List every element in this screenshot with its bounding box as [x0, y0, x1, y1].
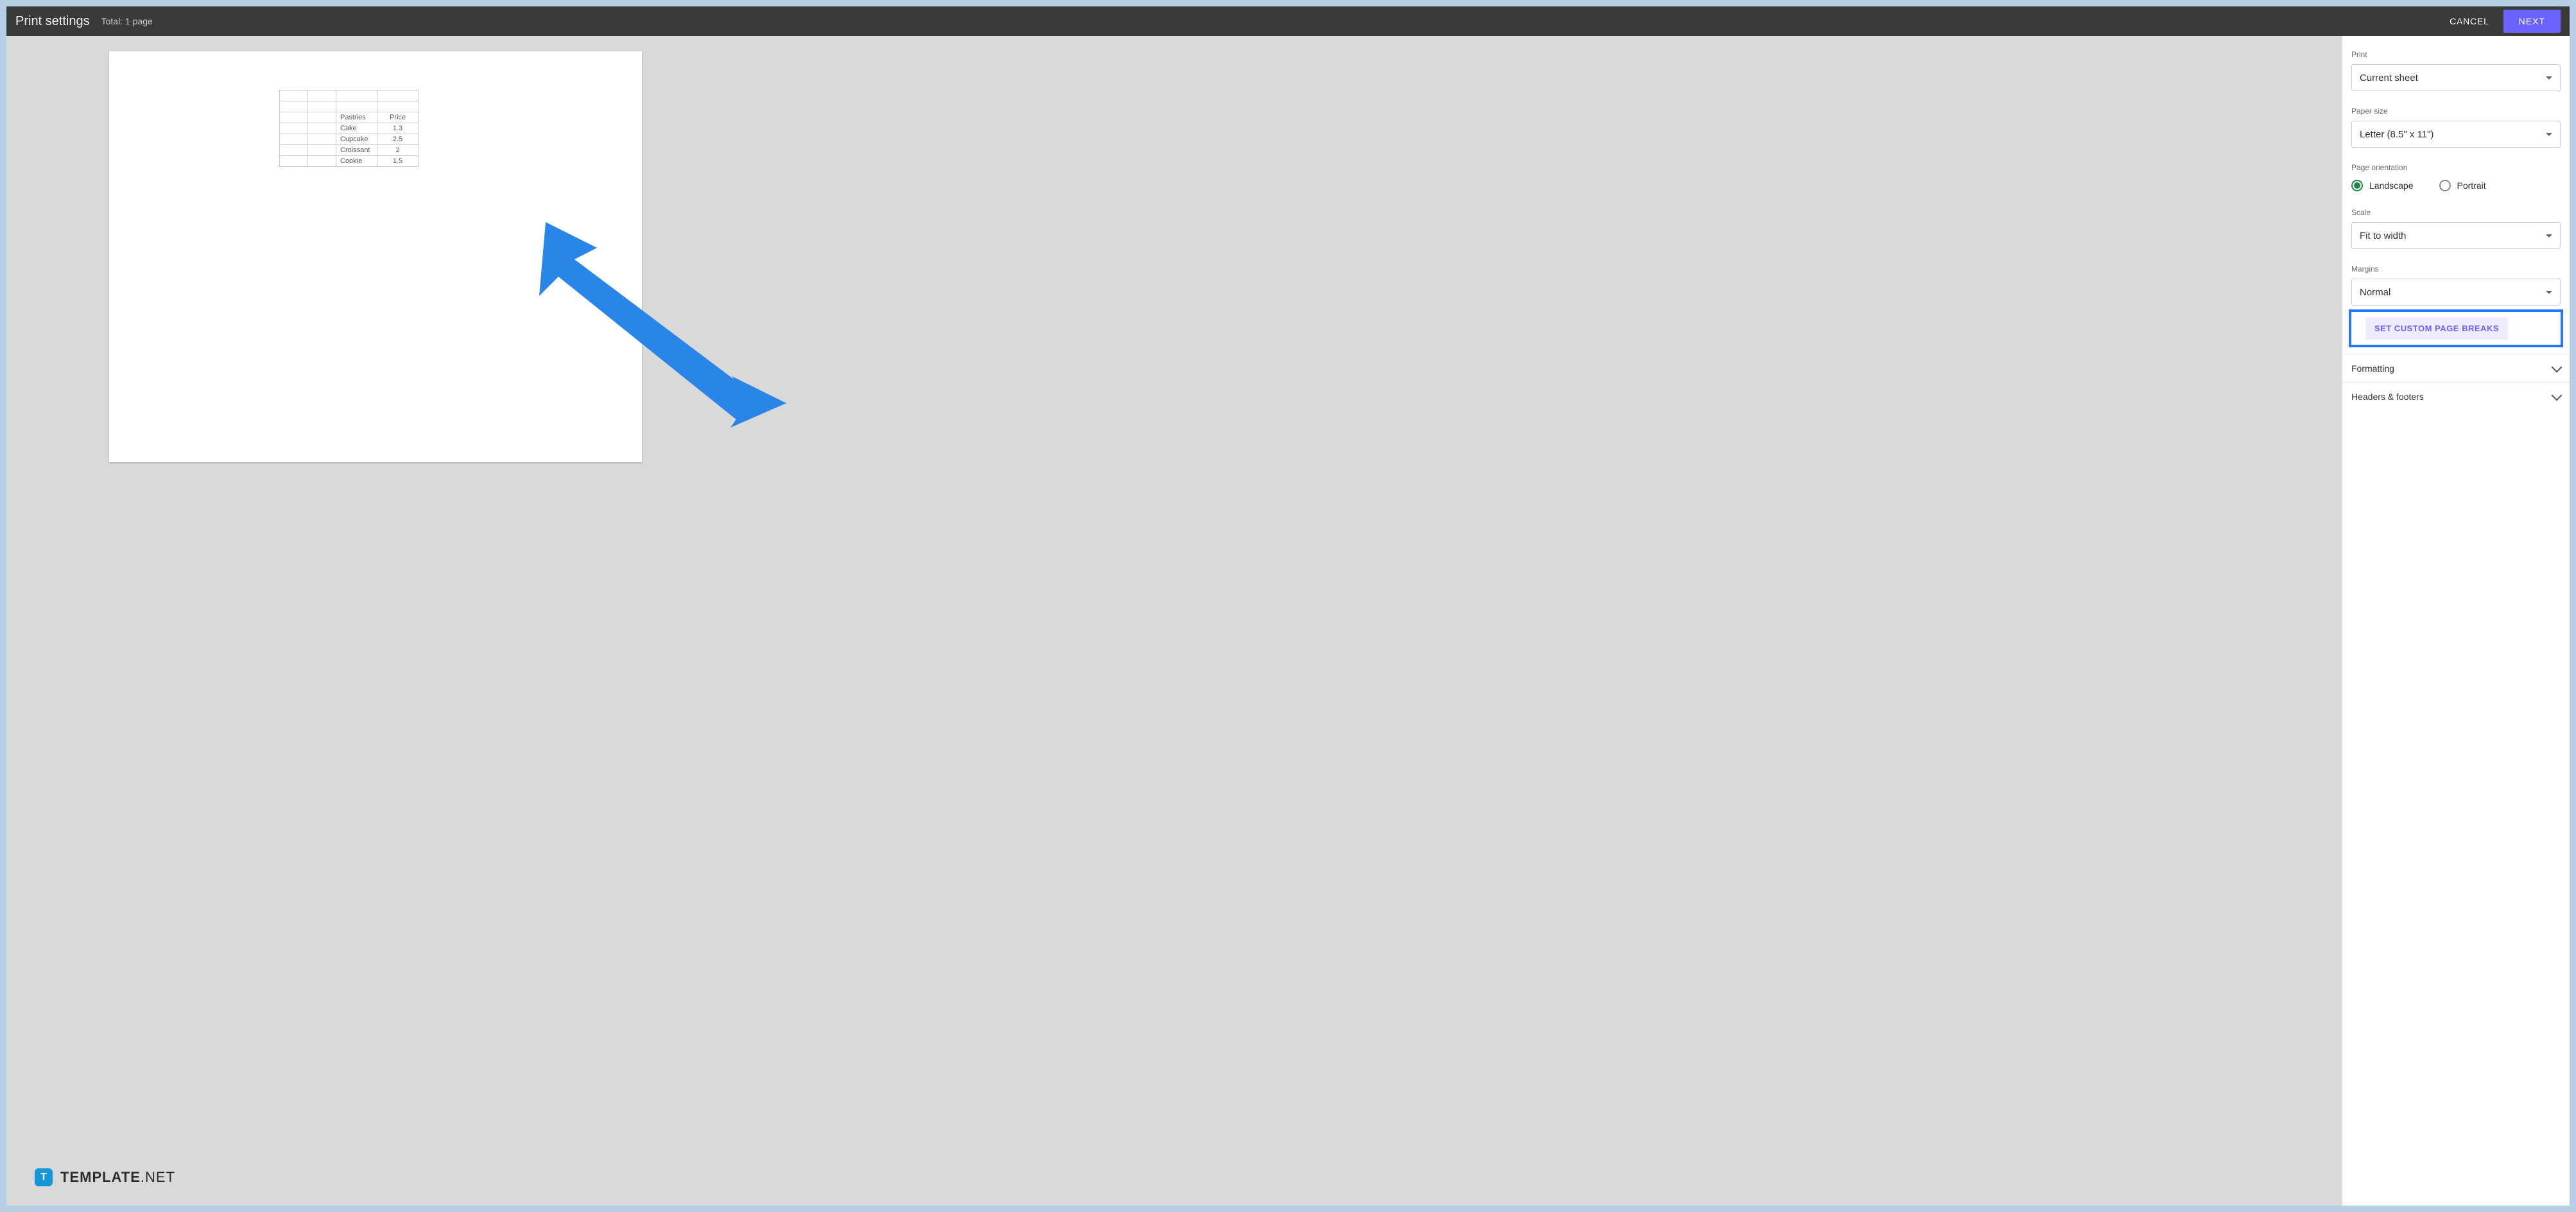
topbar: Print settings Total: 1 page CANCEL NEXT [6, 6, 2570, 36]
next-button[interactable]: NEXT [2503, 10, 2561, 33]
formatting-expander[interactable]: Formatting [2342, 354, 2570, 382]
app-frame: Print settings Total: 1 page CANCEL NEXT… [6, 6, 2570, 1206]
cell-price: 1.5 [377, 156, 419, 167]
chevron-down-icon [2552, 390, 2563, 401]
orientation-radios: Landscape Portrait [2351, 180, 2561, 191]
table-row: Cookie 1.5 [280, 156, 419, 167]
paper-size-dropdown[interactable]: Letter (8.5" x 11") [2351, 121, 2561, 148]
cell-name: Cake [336, 123, 377, 134]
headers-footers-label: Headers & footers [2351, 392, 2424, 402]
table-row: Cupcake 2.5 [280, 134, 419, 145]
print-dropdown[interactable]: Current sheet [2351, 64, 2561, 91]
header-cell: Price [377, 112, 419, 123]
set-custom-page-breaks-button[interactable]: SET CUSTOM PAGE BREAKS [2365, 317, 2508, 340]
cancel-button[interactable]: CANCEL [2450, 16, 2489, 26]
print-value: Current sheet [2360, 73, 2418, 83]
page-total: Total: 1 page [101, 16, 153, 26]
cell-price: 2.5 [377, 134, 419, 145]
header-cell: Pastries [336, 112, 377, 123]
table-row [280, 101, 419, 112]
radio-unchecked-icon [2439, 180, 2451, 191]
cell-name: Cupcake [336, 134, 377, 145]
orientation-landscape[interactable]: Landscape [2351, 180, 2414, 191]
cell-name: Croissant [336, 145, 377, 156]
margins-value: Normal [2360, 287, 2390, 298]
cell-name: Cookie [336, 156, 377, 167]
paper-size-label: Paper size [2351, 107, 2561, 116]
watermark-bold: TEMPLATE [60, 1169, 141, 1185]
preview-canvas: Pastries Price Cake 1.3 Cupcake 2.5 Croi… [6, 36, 2342, 1206]
table-row [280, 91, 419, 101]
margins-label: Margins [2351, 264, 2561, 273]
table-row: Pastries Price [280, 112, 419, 123]
chevron-down-icon [2546, 291, 2552, 294]
preview-table: Pastries Price Cake 1.3 Cupcake 2.5 Croi… [279, 90, 419, 167]
table-row: Croissant 2 [280, 145, 419, 156]
watermark-rest: .NET [141, 1169, 175, 1185]
orientation-portrait[interactable]: Portrait [2439, 180, 2486, 191]
chevron-down-icon [2546, 234, 2552, 238]
paper-size-value: Letter (8.5" x 11") [2360, 129, 2433, 140]
watermark: T TEMPLATE.NET [35, 1168, 175, 1186]
scale-value: Fit to width [2360, 230, 2407, 241]
scale-dropdown[interactable]: Fit to width [2351, 222, 2561, 249]
table-row: Cake 1.3 [280, 123, 419, 134]
cell-price: 1.3 [377, 123, 419, 134]
annotation-highlight: SET CUSTOM PAGE BREAKS [2349, 309, 2563, 347]
orientation-portrait-label: Portrait [2457, 180, 2486, 191]
orientation-label: Page orientation [2351, 163, 2561, 172]
preview-page: Pastries Price Cake 1.3 Cupcake 2.5 Croi… [109, 51, 642, 462]
chevron-down-icon [2546, 76, 2552, 80]
orientation-landscape-label: Landscape [2369, 180, 2414, 191]
radio-checked-icon [2351, 180, 2363, 191]
sidebar: Print Current sheet Paper size Letter (8… [2342, 36, 2570, 1206]
chevron-down-icon [2546, 133, 2552, 136]
spacer [2351, 347, 2561, 354]
margins-dropdown[interactable]: Normal [2351, 279, 2561, 306]
print-label: Print [2351, 50, 2561, 59]
scale-label: Scale [2351, 208, 2561, 217]
watermark-text: TEMPLATE.NET [60, 1169, 175, 1186]
chevron-down-icon [2552, 361, 2563, 372]
headers-footers-expander[interactable]: Headers & footers [2342, 382, 2570, 410]
watermark-badge: T [35, 1168, 53, 1186]
cell-price: 2 [377, 145, 419, 156]
workspace: Pastries Price Cake 1.3 Cupcake 2.5 Croi… [6, 36, 2570, 1206]
page-title: Print settings [15, 14, 90, 29]
formatting-label: Formatting [2351, 363, 2394, 374]
